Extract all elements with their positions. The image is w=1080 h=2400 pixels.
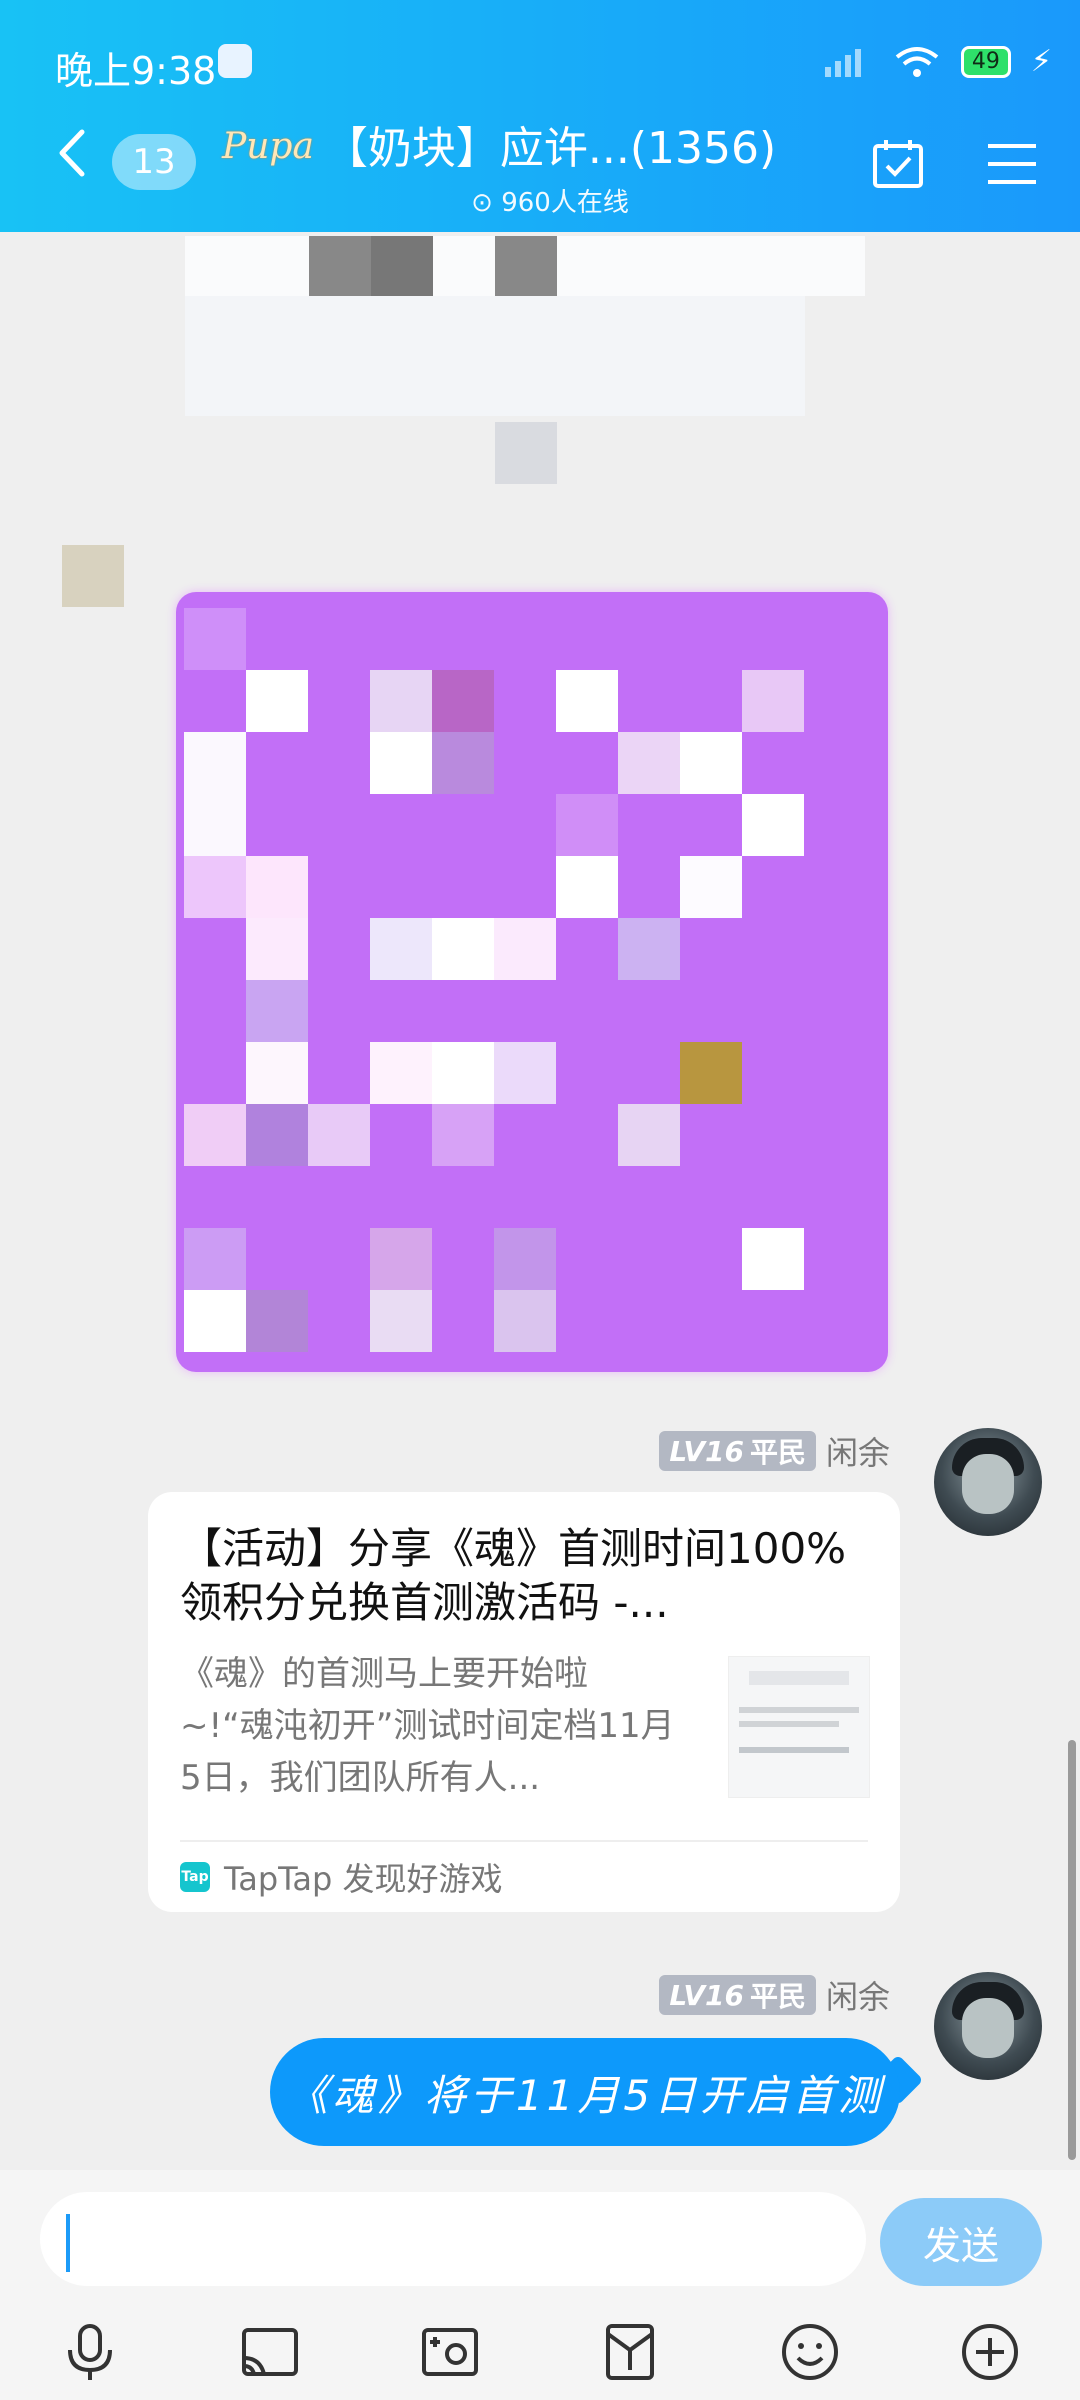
text-caret: [66, 2214, 70, 2272]
online-text: 960人在线: [501, 188, 629, 218]
screen-share-icon[interactable]: [238, 2320, 302, 2384]
card-divider: [180, 1840, 868, 1842]
header: 晚上9:38 49 ⚡ 13 Pupa 【奶块】应许...(1356) ⊙ 96…: [0, 0, 1080, 232]
chat-title-area[interactable]: 【奶块】应许...(1356) ⊙ 960人在线: [320, 112, 780, 219]
send-button[interactable]: 发送: [880, 2198, 1042, 2286]
card-thumbnail: [728, 1656, 870, 1798]
sender-avatar[interactable]: [934, 1428, 1042, 1536]
status-time: 晚上9:38: [55, 49, 217, 93]
level-title: 平民: [749, 1980, 806, 2013]
message-meta: LV16 平民 闲余: [659, 1972, 890, 2018]
level-prefix: LV16: [669, 1978, 744, 2012]
level-prefix: LV16: [669, 1434, 744, 1468]
card-source-label: TapTap 发现好游戏: [224, 1860, 503, 1898]
card-title: 【活动】分享《魂》首测时间100%领积分兑换首测激活码 -...: [180, 1524, 847, 1627]
chat-title: 【奶块】应许...(1356): [323, 123, 777, 174]
photo-icon[interactable]: [418, 2320, 482, 2384]
card-source: Tap TapTap 发现好游戏: [180, 1854, 503, 1900]
scrollbar[interactable]: [1068, 1740, 1076, 2160]
text-message-bubble[interactable]: 《魂》将于11月5日开启首测: [270, 2038, 900, 2146]
wifi-icon: [895, 46, 939, 77]
calendar-check-icon[interactable]: [870, 136, 926, 192]
level-badge: LV16 平民: [659, 1431, 816, 1471]
input-toolbar: [0, 2310, 1080, 2390]
menu-icon[interactable]: [984, 136, 1040, 192]
link-card[interactable]: 【活动】分享《魂》首测时间100%领积分兑换首测激活码 -... 《魂》的首测马…: [148, 1492, 900, 1912]
red-packet-icon[interactable]: [598, 2320, 662, 2384]
group-avatar[interactable]: Pupa: [222, 126, 314, 182]
level-title: 平民: [749, 1436, 806, 1469]
sender-nickname[interactable]: 闲余: [826, 1972, 890, 2018]
battery-indicator: 49: [960, 45, 1011, 78]
status-icons: 49 ⚡: [823, 44, 1052, 79]
message-input[interactable]: [40, 2192, 866, 2286]
image-message[interactable]: [176, 592, 888, 1372]
level-badge: LV16 平民: [659, 1975, 816, 2015]
taptap-logo: Tap: [180, 1862, 210, 1892]
header-actions: [870, 136, 1040, 192]
sender-nickname[interactable]: 闲余: [826, 1428, 890, 1474]
signal-icon: [824, 48, 861, 77]
online-count: ⊙ 960人在线: [320, 182, 780, 219]
unread-count-badge[interactable]: 13: [112, 134, 196, 190]
sender-avatar-small[interactable]: [62, 545, 124, 607]
sender-avatar[interactable]: [934, 1972, 1042, 2080]
microphone-icon[interactable]: [58, 2320, 122, 2384]
message-meta: LV16 平民 闲余: [659, 1428, 890, 1474]
card-description: 《魂》的首测马上要开始啦~!“魂沌初开”测试时间定档11月5日，我们团队所有人.…: [180, 1654, 675, 1798]
emoji-icon[interactable]: [778, 2320, 842, 2384]
input-bar: 发送: [0, 2170, 1080, 2400]
back-icon[interactable]: [52, 128, 92, 178]
image-message-partial[interactable]: [185, 236, 865, 486]
plus-icon[interactable]: [958, 2320, 1022, 2384]
online-check-icon: ⊙: [471, 188, 493, 218]
app-notification-icon: [218, 44, 252, 78]
charging-icon: ⚡: [1030, 44, 1052, 79]
